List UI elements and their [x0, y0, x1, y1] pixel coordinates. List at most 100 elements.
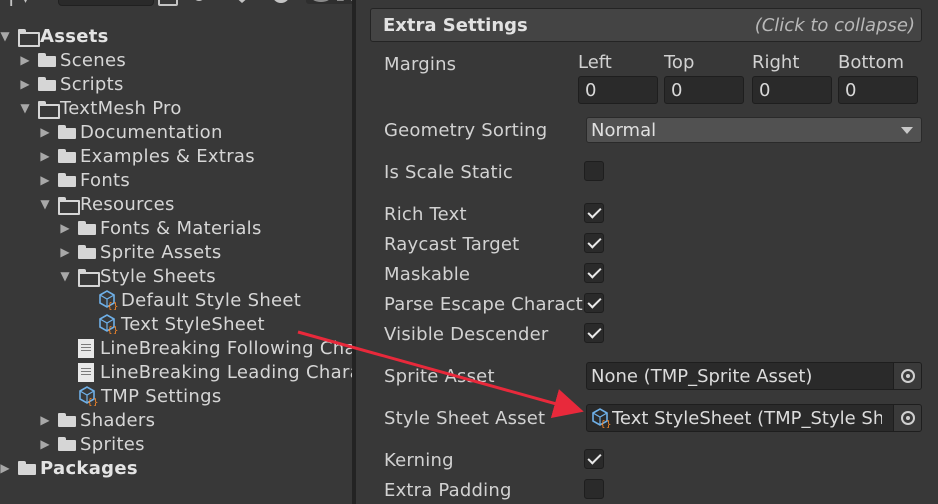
- section-title: Extra Settings: [383, 14, 528, 36]
- tree-item[interactable]: ▶ Shaders: [38, 408, 155, 432]
- sprite-asset-field[interactable]: None (TMP_Sprite Asset): [586, 362, 922, 390]
- tree-item[interactable]: ▶{}Text StyleSheet: [78, 312, 265, 336]
- margin-left-group: Left: [578, 52, 658, 104]
- svg-text:{}: {}: [600, 420, 611, 428]
- tree-item[interactable]: ▼ Style Sheets: [58, 264, 216, 288]
- is-scale-static-checkbox[interactable]: [584, 161, 604, 181]
- text-file-icon: [78, 338, 94, 358]
- sprite-asset-picker[interactable]: [893, 363, 921, 389]
- folder-icon: [78, 245, 96, 259]
- extra-padding-checkbox[interactable]: [584, 479, 604, 499]
- is-scale-static-label: Is Scale Static: [384, 162, 514, 183]
- add-button[interactable]: + ▾: [2, 0, 28, 12]
- tree-item[interactable]: ▶ Fonts: [38, 168, 130, 192]
- geometry-sorting-value: Normal: [591, 119, 657, 141]
- tree-item-label: Text StyleSheet: [121, 313, 265, 335]
- tree-item[interactable]: ▶ Fonts & Materials: [58, 216, 262, 240]
- collapsed-arrow-icon[interactable]: ▶: [38, 173, 52, 187]
- tree-item[interactable]: ▶ Packages: [0, 456, 138, 480]
- stylesheet-asset-icon: {}: [591, 408, 611, 428]
- folder-icon: [58, 437, 76, 451]
- parse-escape-label: Parse Escape Characters: [384, 294, 584, 315]
- stylesheet-asset-icon: {}: [98, 314, 118, 334]
- margin-bottom-label: Bottom: [838, 52, 905, 73]
- expanded-arrow-icon[interactable]: ▼: [18, 101, 32, 115]
- tree-item[interactable]: ▼ Assets: [0, 24, 109, 48]
- tree-item[interactable]: ▶ Documentation: [38, 120, 223, 144]
- tree-item-label: TextMesh Pro: [60, 97, 182, 119]
- tree-item[interactable]: ▶LineBreaking Leading Characters: [58, 360, 352, 384]
- tree-item[interactable]: ▼ TextMesh Pro: [18, 96, 182, 120]
- stylesheet-asset-icon: {}: [78, 386, 98, 406]
- margin-left-field[interactable]: [578, 76, 658, 104]
- filter-by-label-icon[interactable]: [192, 0, 216, 4]
- collapsed-arrow-icon[interactable]: ▶: [38, 125, 52, 139]
- tree-item[interactable]: ▶ Scripts: [18, 72, 124, 96]
- folder-open-icon: [78, 269, 100, 287]
- tree-item-label: Examples & Extras: [80, 145, 255, 167]
- margin-top-group: Top: [664, 52, 744, 104]
- raycast-target-checkbox[interactable]: [584, 233, 604, 253]
- tree-item[interactable]: ▶ Sprite Assets: [58, 240, 222, 264]
- collapsed-arrow-icon[interactable]: ▶: [18, 77, 32, 91]
- search-input[interactable]: [58, 0, 154, 6]
- tree-item-label: Assets: [40, 25, 109, 47]
- info-icon[interactable]: [270, 0, 292, 4]
- tree-item[interactable]: ▶{}TMP Settings: [58, 384, 222, 408]
- filter-by-type-icon[interactable]: [158, 0, 178, 6]
- tree-item[interactable]: ▶ Scenes: [18, 48, 126, 72]
- margin-right-label: Right: [752, 52, 800, 73]
- margin-bottom-group: Bottom: [838, 52, 918, 104]
- tree-item-label: Resources: [80, 193, 175, 215]
- collapsed-arrow-icon[interactable]: ▶: [38, 413, 52, 427]
- tree-item[interactable]: ▶ Sprites: [38, 432, 145, 456]
- maskable-checkbox[interactable]: [584, 263, 604, 283]
- expanded-arrow-icon[interactable]: ▼: [0, 29, 12, 43]
- tree-item[interactable]: ▶ Examples & Extras: [38, 144, 255, 168]
- style-sheet-asset-label: Style Sheet Asset: [384, 408, 546, 429]
- inspector-panel: Extra Settings (Click to collapse) Margi…: [356, 0, 938, 504]
- visible-descender-checkbox[interactable]: [584, 323, 604, 343]
- margin-right-field[interactable]: [752, 76, 832, 104]
- hidden-count: 14: [335, 0, 352, 5]
- hidden-packages-toggle[interactable]: 14: [306, 0, 352, 5]
- tree-item-label: Fonts: [80, 169, 131, 191]
- collapse-hint: (Click to collapse): [754, 14, 915, 36]
- svg-text:{}: {}: [107, 302, 118, 310]
- collapsed-arrow-icon[interactable]: ▶: [38, 149, 52, 163]
- tree-item-label: Style Sheets: [100, 265, 216, 287]
- tree-item-label: TMP Settings: [101, 385, 222, 407]
- collapsed-arrow-icon[interactable]: ▶: [58, 221, 72, 235]
- style-sheet-asset-field[interactable]: {} Text StyleSheet (TMP_Style Sheet): [586, 404, 922, 432]
- style-sheet-asset-picker[interactable]: [893, 405, 921, 431]
- expanded-arrow-icon[interactable]: ▼: [38, 197, 52, 211]
- sprite-asset-value: None (TMP_Sprite Asset): [591, 365, 813, 387]
- collapsed-arrow-icon[interactable]: ▶: [0, 461, 12, 475]
- tree-item[interactable]: ▼ Resources: [38, 192, 175, 216]
- tree-item[interactable]: ▶{}Default Style Sheet: [78, 288, 301, 312]
- margin-right-group: Right: [752, 52, 832, 104]
- tree-item-label: Documentation: [80, 121, 223, 143]
- expanded-arrow-icon[interactable]: ▼: [58, 269, 72, 283]
- tree-item-label: Scripts: [60, 73, 124, 95]
- tag-icon[interactable]: [230, 0, 252, 4]
- geometry-sorting-dropdown[interactable]: Normal: [586, 117, 922, 143]
- margin-bottom-field[interactable]: [838, 76, 918, 104]
- collapsed-arrow-icon[interactable]: ▶: [38, 437, 52, 451]
- tree-item-label: LineBreaking Leading Characters: [100, 361, 352, 383]
- eye-icon: [313, 0, 329, 2]
- parse-escape-checkbox[interactable]: [584, 293, 604, 313]
- extra-settings-header[interactable]: Extra Settings (Click to collapse): [370, 8, 922, 42]
- rich-text-checkbox[interactable]: [584, 203, 604, 223]
- collapsed-arrow-icon[interactable]: ▶: [18, 53, 32, 67]
- raycast-target-label: Raycast Target: [384, 234, 520, 255]
- project-panel: + ▾ 14 ▼ Assets ▶ Scenes ▶ Scripts ▼ TextMesh P…: [0, 0, 352, 504]
- tree-item[interactable]: ▶LineBreaking Following Characters: [58, 336, 352, 360]
- tree-item-label: Fonts & Materials: [100, 217, 262, 239]
- collapsed-arrow-icon[interactable]: ▶: [58, 245, 72, 259]
- tree-item-label: LineBreaking Following Characters: [100, 337, 352, 359]
- margin-top-field[interactable]: [664, 76, 744, 104]
- sprite-asset-label: Sprite Asset: [384, 366, 495, 387]
- kerning-checkbox[interactable]: [584, 449, 604, 469]
- folder-open-icon: [38, 101, 60, 119]
